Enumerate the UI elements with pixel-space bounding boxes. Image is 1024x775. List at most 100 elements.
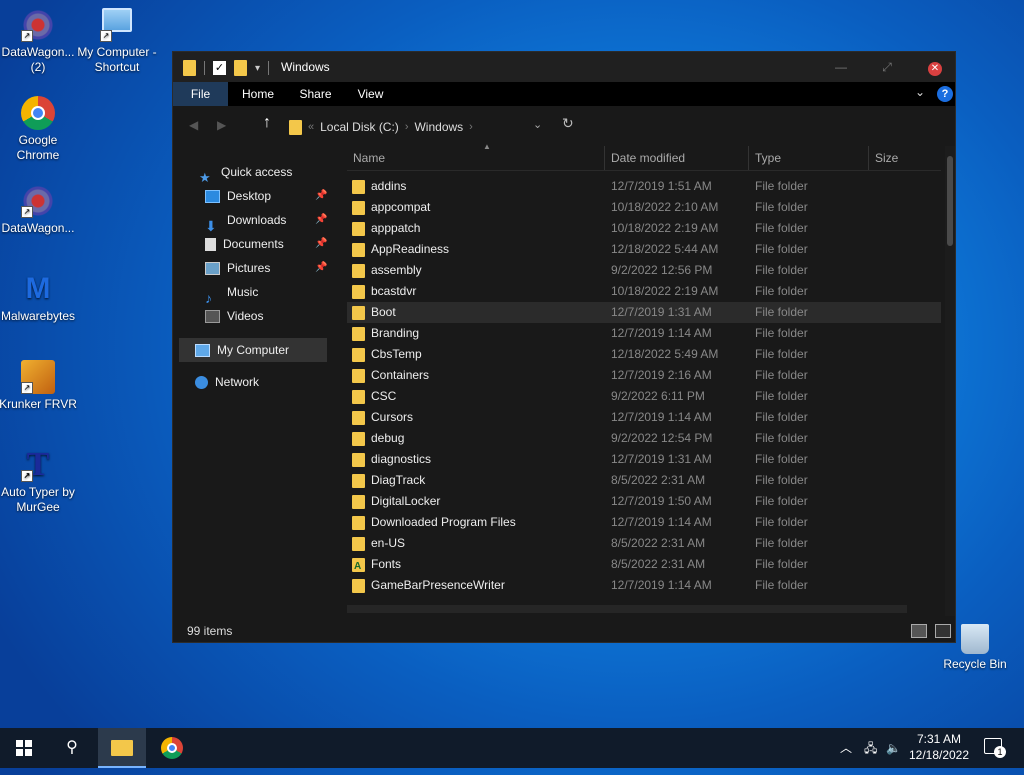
tab-share[interactable]: Share [288, 82, 343, 106]
system-clock[interactable]: 7:31 AM 12/18/2022 [902, 731, 976, 763]
start-button[interactable] [0, 728, 48, 768]
desktop-icon-auto-typer[interactable]: T ↗ Auto Typer by MurGee [0, 448, 78, 515]
nav-item-my-computer[interactable]: My Computer [179, 338, 327, 362]
nav-item-music[interactable]: ♪ Music [205, 280, 259, 306]
taskbar-chrome[interactable] [148, 728, 196, 768]
new-folder-icon[interactable] [234, 60, 247, 76]
table-row[interactable]: bcastdvr 10/18/2022 2:19 AM File folder [347, 281, 941, 302]
table-row[interactable]: assembly 9/2/2022 12:56 PM File folder [347, 260, 941, 281]
desktop-icon-krunker[interactable]: ↗ Krunker FRVR [0, 360, 78, 412]
column-header-type[interactable]: Type [749, 146, 869, 170]
file-date: 9/2/2022 6:11 PM [611, 389, 705, 403]
nav-item-quick-access[interactable]: ★ Quick access [199, 160, 292, 185]
table-row[interactable]: CSC 9/2/2022 6:11 PM File folder [347, 386, 941, 407]
tab-view[interactable]: View [343, 82, 398, 106]
folder-icon [352, 390, 365, 404]
file-name: diagnostics [371, 452, 432, 466]
computer-icon: ↗ [100, 8, 134, 42]
nav-item-desktop[interactable]: Desktop 📌 [205, 184, 327, 208]
breadcrumb[interactable]: « Local Disk (C:) › Windows › [289, 116, 473, 138]
column-headers: Name ▲ Date modified Type Size [347, 142, 941, 171]
table-row[interactable]: AppReadiness 12/18/2022 5:44 AM File folde… [347, 239, 941, 260]
table-row[interactable]: Downloaded Program Files 12/7/2019 1:14 A… [347, 512, 941, 533]
ribbon-tabs: File Home Share View ⌄ ? [173, 82, 955, 106]
desktop-icon-datawagon[interactable]: ↗ DataWagon... [0, 184, 78, 236]
folder-icon [352, 453, 365, 467]
column-header-date-modified[interactable]: Date modified [605, 146, 749, 170]
table-row[interactable]: CbsTemp 12/18/2022 5:49 AM File folder [347, 344, 941, 365]
clock-time: 7:31 AM [916, 732, 962, 746]
recycle-bin-icon [961, 624, 989, 654]
minimize-button[interactable]: — [821, 56, 861, 78]
table-row[interactable]: debug 9/2/2022 12:54 PM File folder [347, 428, 941, 449]
table-row[interactable]: Containers 12/7/2019 2:16 AM File folder [347, 365, 941, 386]
table-row[interactable]: en-US 8/5/2022 2:31 AM File folder [347, 533, 941, 554]
search-button[interactable]: ⚲ [48, 728, 96, 768]
nav-item-label: Desktop [227, 189, 272, 203]
refresh-icon[interactable]: ↻ [562, 115, 574, 132]
table-row[interactable]: GameBarPresenceWriter 12/7/2019 1:14 AM Fi… [347, 575, 941, 596]
file-type: File folder [755, 368, 808, 382]
table-row[interactable]: DiagTrack 8/5/2022 2:31 AM File folder [347, 470, 941, 491]
column-header-name[interactable]: Name [347, 146, 605, 170]
nav-item-videos[interactable]: Videos [205, 304, 263, 328]
horizontal-scrollbar[interactable] [347, 605, 907, 613]
tab-file[interactable]: File [173, 82, 228, 106]
folder-icon [352, 411, 365, 425]
table-row[interactable]: Boot 12/7/2019 1:31 AM File folder [347, 302, 941, 323]
help-icon[interactable]: ? [937, 86, 953, 102]
forward-arrow-icon[interactable]: ▶ [217, 118, 226, 132]
table-row[interactable]: appcompat 10/18/2022 2:10 AM File folder [347, 197, 941, 218]
details-view-icon[interactable] [911, 624, 927, 638]
address-history-chevron-icon[interactable]: ⌄ [533, 118, 542, 131]
nav-item-label: Music [227, 285, 259, 299]
breadcrumb-item-local-disk[interactable]: Local Disk (C:) [320, 120, 399, 134]
scrollbar-thumb[interactable] [947, 156, 953, 246]
action-center-icon[interactable]: 1 [984, 738, 1006, 758]
up-arrow-icon[interactable]: ↑ [263, 114, 271, 132]
folder-icon [352, 348, 365, 362]
customize-toolbar-chevron-icon[interactable]: ▾ [255, 63, 260, 74]
desktop-icon-my-computer-shortcut[interactable]: ↗ My Computer - Shortcut [77, 8, 157, 75]
breadcrumb-separator-icon: « [308, 121, 315, 133]
file-name: apppatch [371, 221, 421, 235]
close-button[interactable]: ✕ [915, 56, 955, 78]
desktop-icon-malwarebytes[interactable]: M Malwarebytes [0, 272, 78, 324]
nav-item-network[interactable]: Network [195, 370, 259, 394]
nav-item-documents[interactable]: Documents 📌 [205, 232, 327, 256]
vertical-scrollbar[interactable] [945, 146, 955, 616]
table-row[interactable]: Cursors 12/7/2019 1:14 AM File folder [347, 407, 941, 428]
taskbar-file-explorer[interactable] [98, 728, 146, 768]
column-header-size[interactable]: Size [869, 146, 941, 170]
show-hidden-icons-chevron-icon[interactable]: ︿ [840, 728, 852, 768]
volume-icon[interactable]: 🔈 [886, 728, 901, 768]
desktop-icon-datawagon-2[interactable]: ↗ DataWagon... (2) [0, 8, 78, 75]
file-explorer-icon [111, 740, 133, 756]
nav-item-downloads[interactable]: ⬇ Downloads 📌 [205, 208, 327, 234]
desktop-icon-google-chrome[interactable]: Google Chrome [0, 96, 78, 163]
status-bar: 99 items [173, 620, 955, 642]
folder-icon [352, 222, 365, 236]
table-row[interactable]: Branding 12/7/2019 1:14 AM File folder [347, 323, 941, 344]
tab-home[interactable]: Home [228, 82, 288, 106]
table-row[interactable]: apppatch 10/18/2022 2:19 AM File folder [347, 218, 941, 239]
folder-icon [352, 264, 365, 278]
shortcut-arrow-icon: ↗ [21, 470, 33, 482]
properties-icon[interactable]: ✓ [213, 61, 226, 75]
table-row[interactable]: Fonts 8/5/2022 2:31 AM File folder [347, 554, 941, 577]
large-icons-view-icon[interactable] [935, 624, 951, 638]
nav-item-pictures[interactable]: Pictures 📌 [205, 256, 327, 280]
expand-ribbon-chevron-icon[interactable]: ⌄ [915, 85, 925, 99]
table-row[interactable]: DigitalLocker 12/7/2019 1:50 AM File folde… [347, 491, 941, 512]
back-arrow-icon[interactable]: ◀ [189, 118, 198, 132]
breadcrumb-separator-icon: › [469, 121, 473, 133]
breadcrumb-item-windows[interactable]: Windows [414, 120, 463, 134]
file-date: 9/2/2022 12:56 PM [611, 263, 713, 277]
network-status-icon[interactable]: 🖧 [864, 728, 877, 768]
file-date: 12/7/2019 1:14 AM [611, 515, 712, 529]
quick-access-toolbar: ✓ ▾ [183, 60, 270, 76]
maximize-button[interactable]: ⤢ [867, 56, 907, 78]
table-row[interactable]: addins 12/7/2019 1:51 AM File folder [347, 176, 941, 197]
pin-icon: 📌 [315, 262, 328, 273]
table-row[interactable]: diagnostics 12/7/2019 1:31 AM File folder [347, 449, 941, 470]
